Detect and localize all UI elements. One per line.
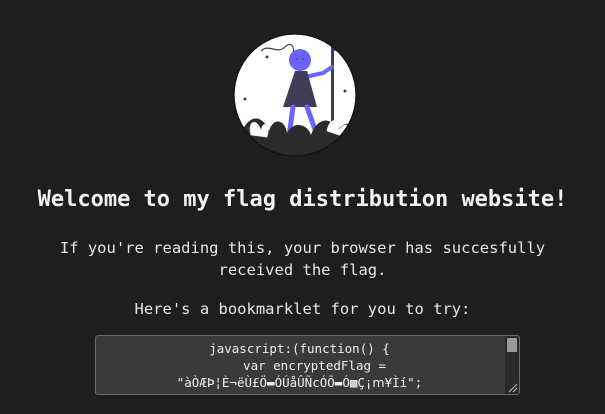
bookmarklet-textarea[interactable]: javascript:(function() { var encryptedFl… <box>95 335 520 395</box>
code-line-2: var encryptedFlag = <box>212 358 387 373</box>
code-line-3: "àÒÆÞ¦È¬ëÙ£Ö▬ÓÚåÛÑcÓÕ▬Ó▩Ç¡ⅿ¥Ìí"; <box>176 375 423 390</box>
code-line-1: javascript:(function() { <box>209 341 390 356</box>
page-title: Welcome to my flag distribution website! <box>37 187 568 212</box>
bookmarklet-label: Here's a bookmarklet for you to try: <box>134 300 471 318</box>
intro-line-1: If you're reading this, your browser has… <box>59 239 546 257</box>
person-holding-flag-illustration <box>233 33 357 157</box>
bookmarklet-code[interactable]: javascript:(function() { var encryptedFl… <box>96 340 503 391</box>
intro-text: If you're reading this, your browser has… <box>40 237 565 281</box>
scrollbar-thumb[interactable] <box>507 338 517 352</box>
intro-line-2: received the flag. <box>218 261 387 279</box>
resize-grip-icon[interactable] <box>506 381 518 393</box>
hero-illustration <box>233 33 357 157</box>
